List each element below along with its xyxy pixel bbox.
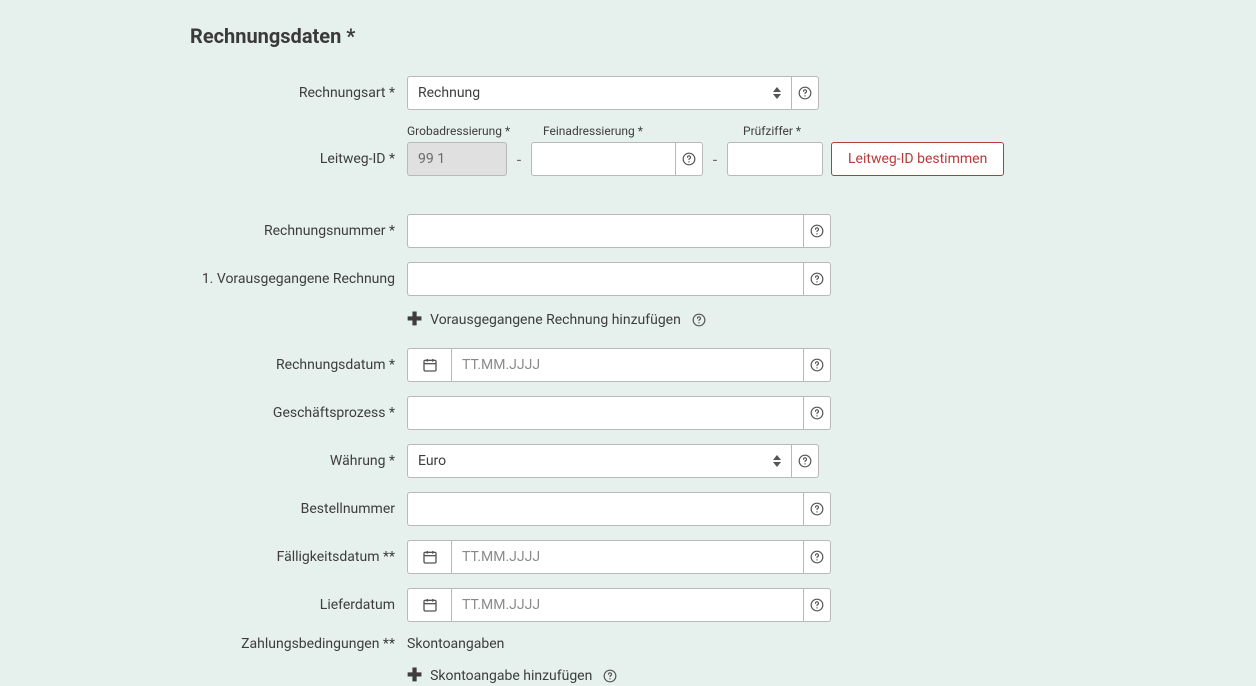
rechnungsdatum-calendar-button[interactable] — [407, 348, 451, 382]
help-rechnungsnummer[interactable] — [803, 214, 831, 248]
rechnungsnummer-input[interactable] — [407, 214, 803, 248]
label-rechnungsnummer: Rechnungsnummer * — [40, 223, 407, 239]
help-lieferdatum[interactable] — [803, 588, 831, 622]
label-waehrung: Währung * — [40, 453, 407, 469]
vorausgegangene-input[interactable] — [407, 262, 803, 296]
label-grobadressierung: Grobadressierung * — [407, 124, 515, 138]
help-faelligkeitsdatum[interactable] — [803, 540, 831, 574]
bestellnummer-input[interactable] — [407, 492, 803, 526]
feinadressierung-input[interactable] — [531, 142, 675, 176]
separator-dash-2: - — [711, 150, 719, 169]
help-add-vorausgegangene[interactable] — [689, 310, 709, 330]
label-rechnungsart: Rechnungsart * — [40, 85, 407, 101]
plus-icon: ✚ — [407, 311, 422, 329]
rechnungsdatum-input[interactable] — [451, 348, 803, 382]
section-title: Rechnungsdaten * — [190, 24, 1216, 48]
question-icon — [810, 272, 824, 286]
question-icon — [798, 454, 812, 468]
help-waehrung[interactable] — [791, 444, 819, 478]
calendar-icon — [422, 597, 438, 613]
lieferdatum-input[interactable] — [451, 588, 803, 622]
question-icon — [810, 406, 824, 420]
label-lieferdatum: Lieferdatum — [40, 597, 407, 613]
plus-icon: ✚ — [407, 667, 422, 685]
leitweg-bestimmen-button[interactable]: Leitweg-ID bestimmen — [831, 142, 1004, 176]
question-icon — [810, 502, 824, 516]
add-skonto-link[interactable]: Skontoangabe hinzufügen — [430, 668, 592, 684]
help-vorausgegangene[interactable] — [803, 262, 831, 296]
geschaeftsprozess-input[interactable] — [407, 396, 803, 430]
question-icon — [692, 313, 706, 327]
label-feinadressierung: Feinadressierung * — [543, 124, 715, 138]
invoice-data-form: Rechnungsdaten * Rechnungsart * Rechnung — [0, 0, 1256, 686]
label-pruefziffer: Prüfziffer * — [743, 124, 843, 138]
label-geschaeftsprozess: Geschäftsprozess * — [40, 405, 407, 421]
label-vorausgegangene: 1. Vorausgegangene Rechnung — [40, 271, 407, 287]
waehrung-select[interactable]: Euro — [407, 444, 791, 478]
label-bestellnummer: Bestellnummer — [40, 501, 407, 517]
calendar-icon — [422, 549, 438, 565]
question-icon — [682, 152, 696, 166]
add-vorausgegangene-link[interactable]: Vorausgegangene Rechnung hinzufügen — [430, 312, 681, 328]
faelligkeitsdatum-input[interactable] — [451, 540, 803, 574]
question-icon — [810, 358, 824, 372]
label-leitweg: Leitweg-ID * — [40, 151, 407, 167]
help-geschaeftsprozess[interactable] — [803, 396, 831, 430]
label-rechnungsdatum: Rechnungsdatum * — [40, 357, 407, 373]
pruefziffer-input[interactable] — [727, 142, 823, 176]
label-zahlungsbedingungen: Zahlungsbedingungen ** — [40, 636, 407, 652]
help-rechnungsdatum[interactable] — [803, 348, 831, 382]
skontoangaben-text: Skontoangaben — [407, 636, 504, 652]
question-icon — [810, 224, 824, 238]
faelligkeitsdatum-calendar-button[interactable] — [407, 540, 451, 574]
separator-dash-1: - — [515, 150, 523, 169]
help-add-skonto[interactable] — [600, 666, 620, 686]
question-icon — [810, 598, 824, 612]
question-icon — [810, 550, 824, 564]
rechnungsart-select[interactable]: Rechnung — [407, 76, 791, 110]
question-icon — [798, 86, 812, 100]
help-rechnungsart[interactable] — [791, 76, 819, 110]
calendar-icon — [422, 357, 438, 373]
help-bestellnummer[interactable] — [803, 492, 831, 526]
label-faelligkeitsdatum: Fälligkeitsdatum ** — [40, 549, 407, 565]
question-icon — [603, 669, 617, 683]
help-feinadressierung[interactable] — [675, 142, 703, 176]
grobadressierung-input — [407, 142, 507, 176]
lieferdatum-calendar-button[interactable] — [407, 588, 451, 622]
